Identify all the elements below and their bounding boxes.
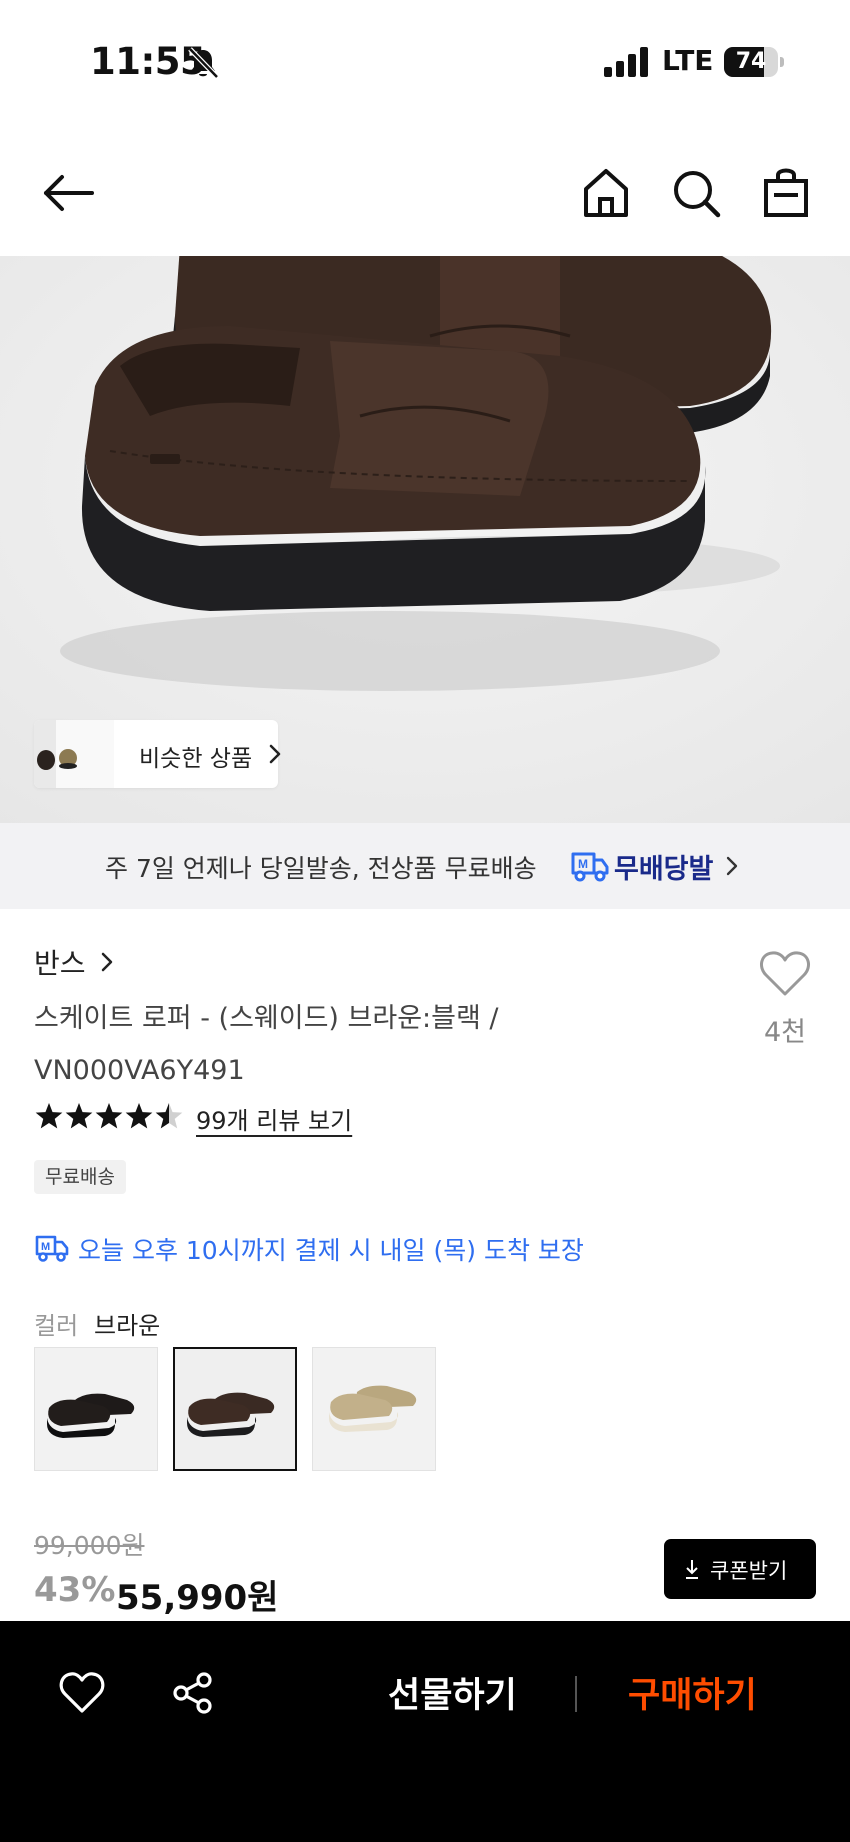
bell-muted-icon [188,47,219,79]
download-icon [686,1560,698,1579]
wish-count: 4천 [763,1017,807,1048]
signal-icon [604,47,648,77]
chevron-right-icon [269,744,281,764]
color-swatch-beige[interactable] [312,1347,436,1471]
chevron-right-icon[interactable] [100,950,114,974]
truck-icon: M [571,852,609,882]
star-filled [95,1103,123,1129]
color-value: 브라운 [94,1312,161,1340]
top-nav [0,150,850,256]
similar-products-thumbnail [34,720,114,788]
coupon-download-button[interactable]: 쿠폰받기 [664,1539,816,1599]
heart-icon[interactable] [58,1671,106,1715]
gift-button[interactable]: 선물하기 [388,1667,517,1718]
battery-percent: 74 [735,49,767,74]
back-arrow-icon[interactable] [40,165,96,221]
review-link[interactable]: 99개 리뷰 보기 [196,1101,352,1136]
status-bar: 11:55 LTE 74 [0,0,850,125]
battery-icon: 74 [724,47,784,77]
star-filled [65,1103,93,1129]
discount-rate: 43% [34,1570,116,1610]
shopping-bag-icon[interactable] [758,165,814,221]
star-filled [35,1103,63,1129]
sale-price: 55,990원 [116,1578,279,1618]
similar-products-button[interactable]: 비슷한 상품 [34,720,281,788]
bottom-action-bar: 선물하기 구매하기 [0,1621,850,1842]
search-icon[interactable] [668,165,724,221]
original-price: 99,000원 [34,1531,145,1560]
delivery-banner[interactable]: 주 7일 언제나 당일발송, 전상품 무료배송 M 무배당발 [0,823,850,909]
star-filled [125,1103,153,1129]
chevron-right-icon [726,856,738,876]
heart-icon[interactable] [758,950,812,998]
svg-text:M: M [41,1241,50,1253]
rating-stars [35,1103,183,1129]
color-label: 컬러 [34,1312,79,1340]
coupon-label: 쿠폰받기 [710,1559,788,1583]
product-title: 스케이트 로퍼 - (스웨이드) 브라운:블랙 / VN000VA6Y491 [34,1003,499,1086]
share-icon[interactable] [172,1671,214,1715]
similar-products-label: 비슷한 상품 [139,746,253,772]
color-swatch-black[interactable] [34,1347,158,1471]
delivery-banner-text: 주 7일 언제나 당일발송, 전상품 무료배송 [105,854,537,883]
brand-link[interactable]: 반스 [34,942,86,982]
color-swatch-brown[interactable] [173,1347,297,1471]
home-icon[interactable] [578,165,634,221]
svg-text:M: M [578,857,588,871]
arrival-guarantee-text: 오늘 오후 10시까지 결제 시 내일 (목) 도착 보장 [78,1236,584,1265]
delivery-brand-label: 무배당발 [614,854,714,885]
truck-icon: M [35,1235,69,1262]
buy-button[interactable]: 구매하기 [628,1667,757,1718]
network-label: LTE [662,44,714,77]
free-shipping-badge: 무료배송 [34,1160,126,1194]
divider [575,1676,577,1712]
